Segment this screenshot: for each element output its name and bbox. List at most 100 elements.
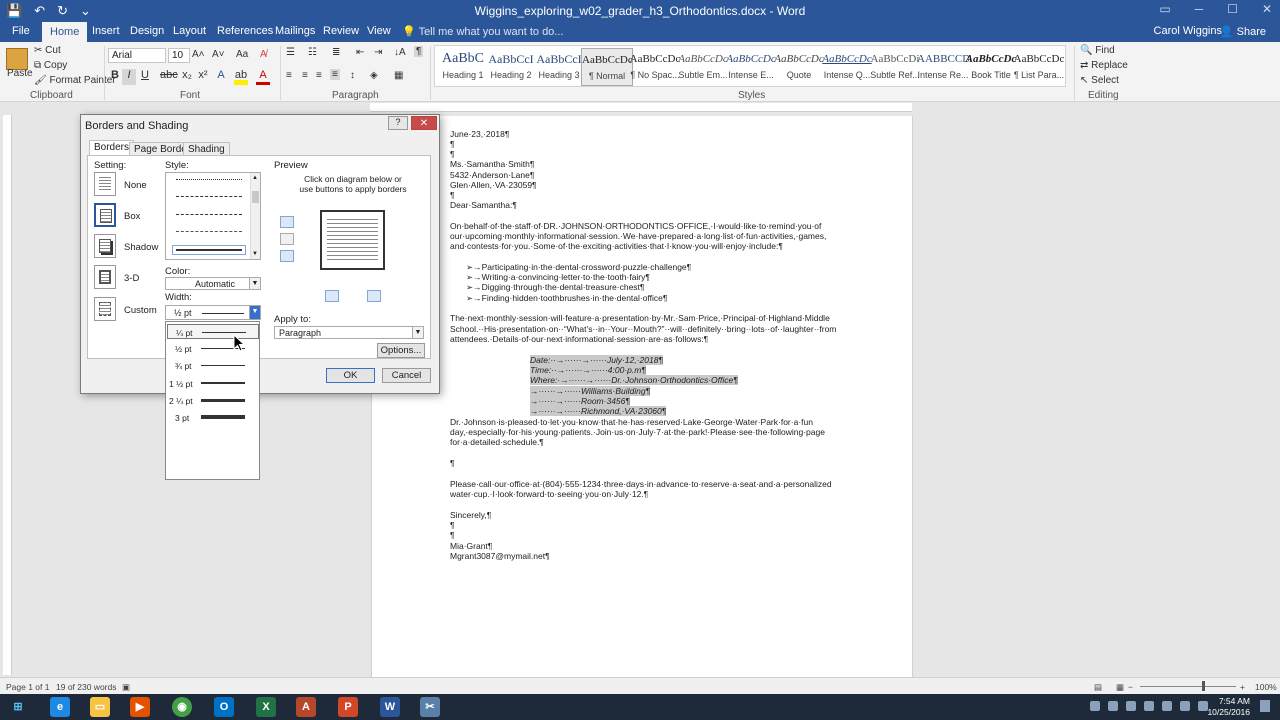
width-option[interactable]: ¼ pt <box>167 324 259 339</box>
copy-button[interactable]: ⧉ Copy <box>34 60 67 71</box>
excel-icon[interactable]: X <box>256 697 276 717</box>
maximize-icon[interactable]: ☐ <box>1227 2 1238 16</box>
setting-box-label[interactable]: Box <box>124 211 140 222</box>
line-spacing-icon[interactable]: ↕ <box>350 70 355 81</box>
show-hide-icon[interactable]: ¶ <box>414 46 424 57</box>
subscript-icon[interactable]: x₂ <box>180 69 194 85</box>
style-subtle-emphasis[interactable]: AaBbCcDc Subtle Em... <box>677 48 729 86</box>
setting-none-icon[interactable] <box>94 172 116 196</box>
network-icon[interactable] <box>1162 701 1172 711</box>
doc-line[interactable]: Please·call·our·office·at·(804)·555-1234… <box>450 479 832 489</box>
minimize-icon[interactable]: ─ <box>1195 2 1204 16</box>
decrease-indent-icon[interactable]: ⇤ <box>356 47 364 58</box>
tab-references[interactable]: References <box>217 25 273 37</box>
text-effects-icon[interactable]: A <box>214 69 228 85</box>
align-left-icon[interactable]: ≡ <box>286 70 292 81</box>
outlook-icon[interactable]: O <box>214 697 234 717</box>
font-size-box[interactable]: 10 <box>168 48 190 63</box>
clock[interactable]: 7:54 AM 10/25/2016 <box>1207 696 1250 718</box>
doc-line[interactable]: Mgrant3087@mymail.net¶ <box>450 551 550 561</box>
style-heading-1[interactable]: AaBbC Heading 1 <box>437 48 489 86</box>
windows-start-icon[interactable]: ⊞ <box>8 697 28 717</box>
volume-icon[interactable] <box>1180 701 1190 711</box>
width-option[interactable]: 2 ¼ pt <box>167 393 259 408</box>
doc-line[interactable]: and·contests·for·you.·Some·of·the·exciti… <box>450 241 783 251</box>
doc-line[interactable]: 5432·Anderson·Lane¶ <box>450 170 534 180</box>
numbering-icon[interactable]: ☷ <box>308 47 317 58</box>
font-color-icon[interactable]: A <box>256 69 270 85</box>
doc-line[interactable]: School.··His·presentation·on··“What’s··i… <box>450 324 836 334</box>
width-option[interactable]: 1 ½ pt <box>167 376 259 391</box>
style-intense-emphasis[interactable]: AaBbCcDc Intense E... <box>725 48 777 86</box>
print-layout-icon[interactable]: ▦ <box>1116 682 1124 693</box>
zoom-slider-thumb[interactable] <box>1202 681 1205 691</box>
width-option[interactable]: 3 pt <box>167 410 259 425</box>
setting-shadow-label[interactable]: Shadow <box>124 242 158 253</box>
chevron-down-icon[interactable]: ▼ <box>412 327 423 338</box>
doc-line[interactable]: ¶ <box>450 530 455 540</box>
paste-icon[interactable] <box>6 48 28 70</box>
style-list-scrollbar[interactable]: ▲ ▼ <box>250 173 260 259</box>
bullets-icon[interactable]: ☰ <box>286 47 295 58</box>
zoom-in-icon[interactable]: + <box>1240 682 1245 692</box>
doc-line[interactable]: ¶ <box>450 190 455 200</box>
style-list-paragraph[interactable]: AaBbCcDc ¶ List Para... <box>1013 48 1065 86</box>
doc-line[interactable]: Sincerely,¶ <box>450 510 491 520</box>
apply-to-dropdown[interactable]: Paragraph ▼ <box>274 326 424 339</box>
right-border-icon[interactable] <box>367 290 381 302</box>
vertical-ruler[interactable] <box>3 115 12 675</box>
width-option[interactable]: ½ pt <box>167 341 259 356</box>
doc-line[interactable]: water·cup.·I·look·forward·to·seeing·you·… <box>450 489 648 499</box>
options-button[interactable]: Options... <box>377 343 425 358</box>
share-button[interactable]: 👤 Share <box>1220 25 1266 38</box>
center-icon[interactable]: ≡ <box>302 70 308 81</box>
ok-button[interactable]: OK <box>326 368 375 383</box>
zoom-level[interactable]: 100% <box>1255 682 1277 692</box>
access-icon[interactable]: A <box>296 697 316 717</box>
shrink-font-icon[interactable]: A˅ <box>212 49 225 60</box>
style-quote[interactable]: AaBbCcDc Quote <box>773 48 825 86</box>
doc-line[interactable]: Mia·Grant¶ <box>450 541 492 551</box>
word-count[interactable]: 19 of 230 words <box>56 682 116 692</box>
justify-icon[interactable]: ≡ <box>330 69 340 80</box>
doc-line[interactable]: attendees.·Details·of·our·next·informati… <box>450 334 708 344</box>
doc-line[interactable]: Glen·Allen,·VA·23059¶ <box>450 180 537 190</box>
user-name[interactable]: Carol Wiggins <box>1154 25 1222 37</box>
multilevel-list-icon[interactable]: ≣ <box>332 47 340 58</box>
color-dropdown[interactable]: Automatic ▼ <box>165 277 261 290</box>
width-dropdown[interactable]: ½ pt ▼ <box>165 305 261 320</box>
scroll-down-icon[interactable]: ▼ <box>252 251 258 257</box>
sort-icon[interactable]: ↓A <box>394 47 406 58</box>
ribbon-display-icon[interactable]: ▭ <box>1159 2 1170 16</box>
setting-3d-icon[interactable] <box>94 265 116 289</box>
cancel-button[interactable]: Cancel <box>382 368 431 383</box>
underline-icon[interactable]: U <box>138 69 152 85</box>
borders-icon[interactable]: ▦ <box>394 70 403 81</box>
doc-line[interactable]: Dear·Samantha:¶ <box>450 200 517 210</box>
selected-line[interactable]: Date:··→······→······July·12,·2018¶ <box>530 355 664 365</box>
internet-explorer-icon[interactable]: e <box>50 697 70 717</box>
tell-me-box[interactable]: 💡 Tell me what you want to do... <box>402 25 563 38</box>
style-dash-dot[interactable] <box>176 214 242 215</box>
change-case-icon[interactable]: Aa <box>236 49 248 60</box>
style-no-spacing[interactable]: AaBbCcDc ¶ No Spac... <box>629 48 681 86</box>
font-name-box[interactable]: Arial <box>108 48 166 63</box>
style-heading-2[interactable]: AaBbCcI Heading 2 <box>485 48 537 86</box>
style-double[interactable] <box>172 245 246 255</box>
close-icon[interactable]: ✕ <box>1262 2 1272 16</box>
powerpoint-icon[interactable]: P <box>338 697 358 717</box>
chrome-icon[interactable]: ◉ <box>172 697 192 717</box>
select-button[interactable]: ↖ Select <box>1080 75 1119 86</box>
page-indicator[interactable]: Page 1 of 1 <box>6 682 49 692</box>
tab-file[interactable]: File <box>12 25 30 37</box>
bullet-item[interactable]: ➢→Finding·hidden·toothbrushes·in·the·den… <box>466 293 667 304</box>
proofing-icon[interactable]: ▣ <box>122 682 130 693</box>
replace-button[interactable]: ⇄ Replace <box>1080 60 1128 71</box>
top-border-icon[interactable] <box>280 216 294 228</box>
cut-button[interactable]: ✂ Cut <box>34 45 61 56</box>
tab-shading[interactable]: Shading <box>183 142 230 156</box>
italic-icon[interactable]: I <box>122 69 136 85</box>
style-intense-quote[interactable]: AaBbCcDc Intense Q... <box>821 48 873 86</box>
tab-review[interactable]: Review <box>323 25 359 37</box>
selected-line[interactable]: →······→······Richmond,·VA·23060¶ <box>530 406 667 416</box>
